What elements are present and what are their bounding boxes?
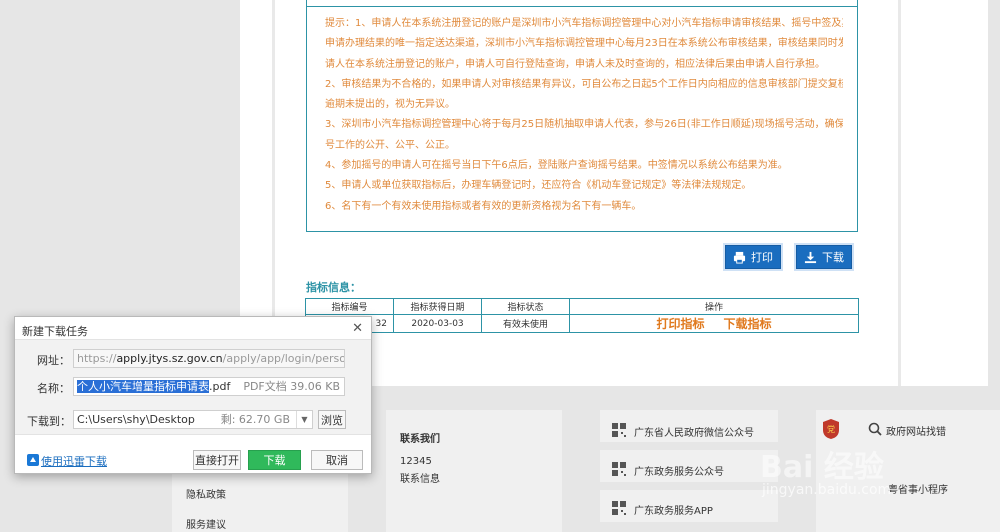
qrcode-icon — [612, 501, 626, 515]
download-dialog: 新建下载任务 ✕ 网址： https://apply.jtys.sz.gov.c… — [14, 316, 372, 474]
watermark-url: jingyan.baidu.com — [762, 482, 892, 498]
table-row: 32 2020-03-03 有效未使用 打印指标 下载指标 — [305, 314, 859, 333]
cancel-button[interactable]: 取消 — [311, 450, 363, 470]
notice-line: 5、申请人或单位获取指标后，办理车辆登记时，还应符合《机动车登记规定》等法律法规… — [325, 180, 752, 192]
dest-path: C:\Users\shy\Desktop — [77, 413, 195, 426]
url-label: 网址： — [37, 354, 70, 367]
download-button-label: 下载 — [822, 251, 844, 264]
notice-line: 申请办理结果的唯一指定送达渠道，深圳市小汽车指标调控管理中心每月23日在本系统公… — [325, 38, 843, 50]
contact-title: 联系我们 — [400, 434, 440, 445]
name-label: 名称： — [37, 382, 70, 395]
contact-phone: 12345 — [400, 456, 432, 467]
url-host: apply.jtys.sz.gov.cn — [116, 352, 223, 365]
contact-info[interactable]: 联系信息 — [400, 470, 440, 485]
website-error-finder[interactable]: 政府网站找错 — [886, 423, 946, 438]
footer-link-suggestion[interactable]: 服务建议 — [186, 516, 226, 531]
column-header: 指标获得日期 — [393, 298, 482, 315]
notice-line: 提示：1、申请人在本系统注册登记的账户是深圳市小汽车指标调控管理中心对小汽车指标… — [325, 18, 843, 29]
thunder-download-link[interactable]: 使用迅雷下载 — [41, 453, 107, 469]
download-icon — [804, 251, 817, 263]
chevron-down-icon[interactable]: ▼ — [296, 411, 312, 428]
url-field[interactable]: https://apply.jtys.sz.gov.cn/apply/app/l… — [73, 349, 345, 368]
free-space: 剩: 62.70 GB — [220, 413, 290, 426]
notice-line: 请人在本系统注册登记的账户，申请人可自行登陆查询，申请人未及时查询的，相应法律后… — [325, 58, 825, 70]
close-icon[interactable]: ✕ — [352, 321, 363, 336]
notice-line: 4、参加摇号的申请人可在摇号当日下午6点后，登陆账户查询摇号结果。中签情况以系统… — [325, 160, 788, 172]
column-header: 操作 — [569, 298, 859, 315]
watermark-logo: Bai 经验 — [760, 450, 884, 485]
thunder-icon — [27, 454, 39, 466]
dialog-title: 新建下载任务 — [22, 325, 88, 338]
emblem-icon: 党 — [823, 419, 839, 439]
notice-line: 3、深圳市小汽车指标调控管理中心将于每月25日随机抽取申请人代表，参与26日(非… — [325, 119, 843, 131]
qrcode-icon — [612, 462, 626, 476]
filename-field[interactable]: 个人小汽车增量指标申请表.pdf PDF文档 39.06 KB — [73, 377, 345, 396]
filename-selected: 个人小汽车增量指标申请表 — [77, 380, 209, 393]
print-zhibiao-link[interactable]: 打印指标 — [657, 317, 705, 331]
notice-line: 逾期未提出的，视为无异议。 — [325, 99, 455, 111]
qr-item-label: 广东省人民政府微信公众号 — [634, 428, 754, 439]
notice-line: 号工作的公开、公平、公正。 — [325, 139, 455, 151]
open-direct-button[interactable]: 直接打开 — [193, 450, 241, 470]
notice-line: 6、名下有一个有效未使用指标或者有效的更新资格视为名下有一辆车。 — [325, 200, 642, 212]
notice-box: 提示：1、申请人在本系统注册登记的账户是深圳市小汽车指标调控管理中心对小汽车指标… — [306, 0, 858, 232]
footer-link-privacy[interactable]: 隐私政策 — [186, 486, 226, 501]
column-header: 指标编号 — [305, 298, 394, 315]
browse-button[interactable]: 浏览 — [318, 410, 346, 429]
print-button-label: 打印 — [751, 251, 773, 264]
url-prefix: https:// — [77, 352, 117, 365]
printer-icon — [733, 251, 746, 264]
print-button[interactable]: 打印 — [725, 245, 781, 269]
filename-ext: .pdf — [209, 380, 231, 393]
zhibiao-ops: 打印指标 下载指标 — [569, 314, 859, 333]
download-confirm-button[interactable]: 下载 — [248, 450, 301, 470]
zhibiao-status: 有效未使用 — [481, 314, 570, 333]
dialog-body: 网址： https://apply.jtys.sz.gov.cn/apply/a… — [15, 339, 371, 435]
file-info: PDF文档 39.06 KB — [243, 380, 340, 393]
zhibiao-table: 指标编号 指标获得日期 指标状态 操作 32 2020-03-03 有效未使用 … — [305, 298, 859, 333]
table-header-row: 指标编号 指标获得日期 指标状态 操作 — [305, 298, 859, 315]
qr-item-label: 广东政务服务APP — [634, 506, 713, 517]
url-path: /apply/app/login/person/d — [222, 352, 344, 365]
qr-item-label: 广东政务服务公众号 — [634, 467, 724, 478]
notice-line: 2、审核结果为不合格的，如果申请人对审核结果有异议，可自公布之日起5个工作日内向… — [325, 78, 843, 90]
zhibiao-date: 2020-03-03 — [393, 314, 482, 333]
dest-label: 下载到： — [27, 415, 71, 428]
column-header: 指标状态 — [481, 298, 570, 315]
download-zhibiao-link[interactable]: 下载指标 — [723, 317, 771, 331]
dest-path-field[interactable]: C:\Users\shy\Desktop 剩: 62.70 GB ▼ — [73, 410, 313, 429]
qrcode-icon — [612, 423, 626, 437]
svg-text:党: 党 — [827, 424, 835, 434]
miniprogram-label[interactable]: 粤省事小程序 — [888, 481, 948, 496]
zhibiao-title: 指标信息： — [306, 281, 361, 294]
download-button[interactable]: 下载 — [796, 245, 852, 269]
search-icon — [868, 422, 882, 436]
